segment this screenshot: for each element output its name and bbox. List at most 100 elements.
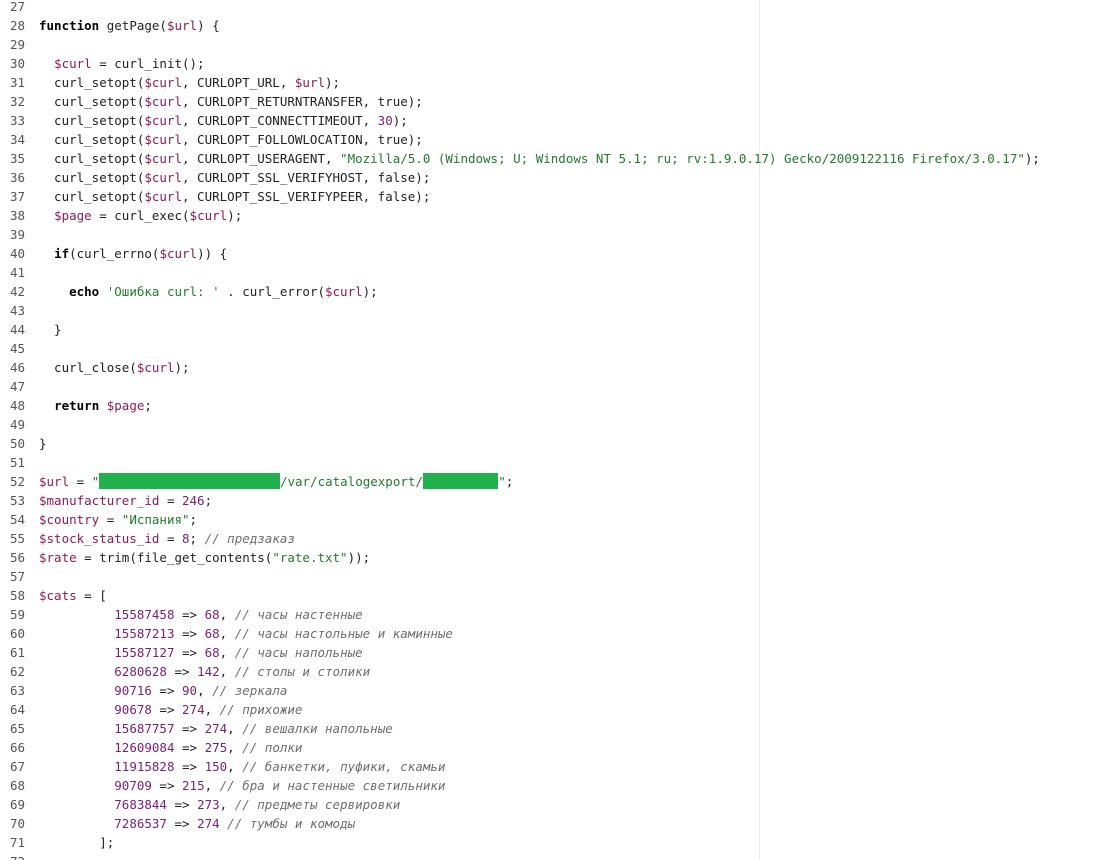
keyword-token: echo: [69, 284, 100, 299]
code-text: curl_setopt(: [39, 189, 145, 204]
code-line[interactable]: 45: [0, 339, 1120, 358]
code-line[interactable]: 37 curl_setopt($curl, CURLOPT_SSL_VERIFY…: [0, 187, 1120, 206]
code-line[interactable]: 63 90716 => 90, // зеркала: [0, 681, 1120, 700]
code-line[interactable]: 43: [0, 301, 1120, 320]
code-line[interactable]: 27: [0, 0, 1120, 16]
code-line[interactable]: 62 6280628 => 142, // столы и столики: [0, 662, 1120, 681]
code-text: =>: [166, 816, 198, 831]
code-line[interactable]: 48 return $page;: [0, 396, 1120, 415]
code-text: ,: [219, 607, 235, 622]
keyword-token: return: [54, 398, 100, 413]
code-line[interactable]: 59 15587458 => 68, // часы настенные: [0, 605, 1120, 624]
variable-token: $curl: [144, 113, 182, 128]
code-line[interactable]: 41: [0, 263, 1120, 282]
variable-token: $cats: [39, 588, 77, 603]
code-line[interactable]: 29: [0, 35, 1120, 54]
code-line[interactable]: 39: [0, 225, 1120, 244]
code-line[interactable]: 68 90709 => 215, // бра и настенные свет…: [0, 776, 1120, 795]
line-number: 39: [10, 227, 26, 242]
code-line[interactable]: 55 $stock_status_id = 8; // предзаказ: [0, 529, 1120, 548]
code-line[interactable]: 71 ];: [0, 833, 1120, 852]
code-content: curl_setopt($curl, CURLOPT_USERAGENT, "M…: [30, 149, 1040, 168]
code-text: = curl_exec(: [91, 208, 190, 223]
code-line[interactable]: 52 $url = " /var/catalogexport/ ";: [0, 472, 1120, 491]
code-line[interactable]: 49: [0, 415, 1120, 434]
code-line[interactable]: 56 $rate = trim(file_get_contents("rate.t…: [0, 548, 1120, 567]
code-line[interactable]: 36 curl_setopt($curl, CURLOPT_SSL_VERIFY…: [0, 168, 1120, 187]
string-token: ": [498, 474, 506, 489]
number-token: 274: [204, 721, 228, 736]
number-token: 7286537: [114, 816, 167, 831]
code-content: 7683844 => 273, // предметы сервировки: [30, 795, 400, 814]
code-line[interactable]: 34 curl_setopt($curl, CURLOPT_FOLLOWLOCA…: [0, 130, 1120, 149]
line-number: 33: [10, 113, 26, 128]
line-number: 64: [10, 702, 26, 717]
code-line[interactable]: 58 $cats = [: [0, 586, 1120, 605]
code-line[interactable]: 32 curl_setopt($curl, CURLOPT_RETURNTRAN…: [0, 92, 1120, 111]
code-content: }: [30, 320, 62, 339]
code-line[interactable]: 35 curl_setopt($curl, CURLOPT_USERAGENT,…: [0, 149, 1120, 168]
code-text: , CURLOPT_CONNECTTIMEOUT,: [182, 113, 378, 128]
number-token: 274: [182, 702, 205, 717]
code-editor[interactable]: 27 28 function getPage($url) {29 30 $curl =…: [0, 0, 1120, 860]
code-text: )) {: [197, 246, 228, 261]
line-number: 65: [10, 721, 26, 736]
code-line[interactable]: 28 function getPage($url) {: [0, 16, 1120, 35]
code-lines[interactable]: 27 28 function getPage($url) {29 30 $curl =…: [0, 0, 1120, 860]
code-text: =>: [151, 683, 183, 698]
code-line[interactable]: 65 15687757 => 274, // вешалки напольные: [0, 719, 1120, 738]
code-line[interactable]: 53 $manufacturer_id = 246;: [0, 491, 1120, 510]
code-text: =: [69, 474, 92, 489]
code-text: , CURLOPT_FOLLOWLOCATION, true);: [182, 132, 423, 147]
code-line[interactable]: 50}: [0, 434, 1120, 453]
code-text: =>: [174, 721, 205, 736]
code-line[interactable]: 66 12609084 => 275, // полки: [0, 738, 1120, 757]
code-line[interactable]: 51: [0, 453, 1120, 472]
code-line[interactable]: 67 11915828 => 150, // банкетки, пуфики,…: [0, 757, 1120, 776]
code-line[interactable]: 33 curl_setopt($curl, CURLOPT_CONNECTTIM…: [0, 111, 1120, 130]
number-token: 90709: [114, 778, 152, 793]
number-token: 15587458: [114, 607, 175, 622]
code-line[interactable]: 31 curl_setopt($curl, CURLOPT_URL, $url)…: [0, 73, 1120, 92]
variable-token: $curl: [136, 360, 175, 375]
code-line[interactable]: 42 echo 'Ошибка curl: ' . curl_error($cu…: [0, 282, 1120, 301]
code-line[interactable]: 70 7286537 => 274 // тумбы и комоды: [0, 814, 1120, 833]
code-line[interactable]: 57: [0, 567, 1120, 586]
code-line[interactable]: 60 15587213 => 68, // часы настольные и …: [0, 624, 1120, 643]
code-line[interactable]: 38 $page = curl_exec($curl);: [0, 206, 1120, 225]
string-token: "Испания": [121, 512, 190, 527]
code-line[interactable]: 46 curl_close($curl);: [0, 358, 1120, 377]
variable-token: $curl: [159, 246, 198, 261]
code-line[interactable]: 30 $curl = curl_init();: [0, 54, 1120, 73]
line-number: 57: [10, 569, 26, 584]
code-text: =>: [166, 664, 198, 679]
code-content: }: [30, 434, 47, 453]
code-content: 6280628 => 142, // столы и столики: [30, 662, 370, 681]
keyword-token: if: [54, 246, 70, 261]
code-line[interactable]: 61 15587127 => 68, // часы напольные: [0, 643, 1120, 662]
code-line[interactable]: 47: [0, 377, 1120, 396]
line-number: 55: [10, 531, 26, 546]
code-line[interactable]: 69 7683844 => 273, // предметы сервировк…: [0, 795, 1120, 814]
code-line[interactable]: 44 }: [0, 320, 1120, 339]
code-line[interactable]: 40 if(curl_errno($curl)) {: [0, 244, 1120, 263]
code-text: ;: [144, 398, 152, 413]
number-token: 15587127: [114, 645, 175, 660]
code-content: curl_setopt($curl, CURLOPT_CONNECTTIMEOU…: [30, 111, 408, 130]
line-number: 60: [10, 626, 26, 641]
code-text: ,: [219, 797, 235, 812]
code-text: ;: [505, 474, 514, 489]
code-text: }: [39, 322, 62, 337]
variable-token: $curl: [144, 132, 182, 147]
variable-token: $manufacturer_id: [39, 493, 160, 508]
number-token: 274: [197, 816, 220, 831]
code-line[interactable]: 72: [0, 852, 1120, 860]
code-content: 90678 => 274, // прихожие: [30, 700, 302, 719]
comment-token: // вешалки напольные: [242, 721, 393, 736]
code-line[interactable]: 54 $country = "Испания";: [0, 510, 1120, 529]
line-number: 47: [10, 379, 26, 394]
code-line[interactable]: 64 90678 => 274, // прихожие: [0, 700, 1120, 719]
